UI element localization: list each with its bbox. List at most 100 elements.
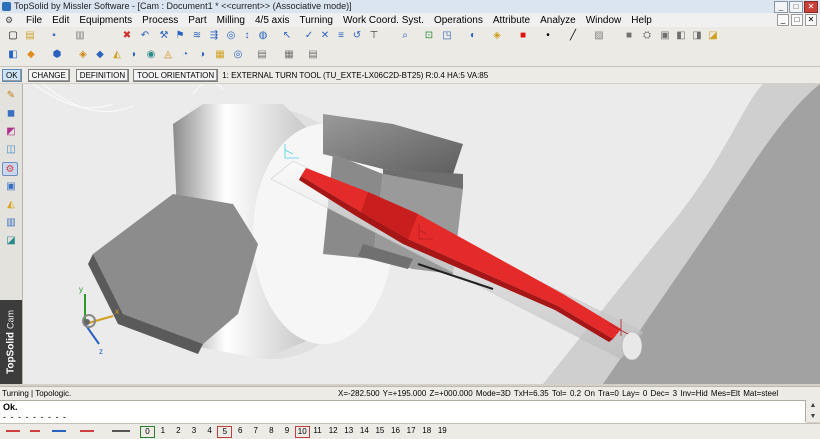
cam-tool-c-icon[interactable]: ◗ <box>127 48 141 62</box>
layer-11[interactable]: 11 <box>310 426 326 436</box>
tool-orientation-button[interactable]: TOOL ORIENTATION <box>133 68 219 82</box>
layer-4[interactable]: 4 <box>202 426 218 436</box>
display-icon[interactable]: ◧ <box>674 29 688 43</box>
mold-icon[interactable]: ▥ <box>3 216 19 230</box>
doc-minimize-button[interactable]: _ <box>777 14 789 26</box>
tool-d-icon[interactable]: ⇶ <box>207 29 221 43</box>
scroll-down-arrow[interactable]: ▼ <box>806 411 820 422</box>
undo-icon[interactable]: ↶ <box>138 29 152 43</box>
line-style-icon[interactable]: ╱ <box>566 29 580 43</box>
close-button[interactable]: ✕ <box>804 1 818 13</box>
layer-12[interactable]: 12 <box>325 426 341 436</box>
tool-i-icon[interactable]: ✕ <box>318 29 332 43</box>
graphics-viewport[interactable]: y x z <box>23 84 820 384</box>
pencil-icon[interactable]: ✎ <box>3 89 19 103</box>
open-icon[interactable]: ▤ <box>23 29 37 43</box>
color-swatch-icon[interactable]: ■ <box>516 29 530 43</box>
menu-work-coord-syst[interactable]: Work Coord. Syst. <box>338 15 429 26</box>
layer-15[interactable]: 15 <box>372 426 388 436</box>
layer-3[interactable]: 3 <box>186 426 202 436</box>
stock-icon[interactable]: ⬢ <box>50 48 64 62</box>
tool-j-icon[interactable]: ↺ <box>350 29 364 43</box>
menu-analyze[interactable]: Analyze <box>535 15 581 26</box>
layer-10[interactable]: 10 <box>294 426 310 438</box>
line-style-sample[interactable] <box>80 430 94 432</box>
layer-2[interactable]: 2 <box>171 426 187 436</box>
assembly-icon[interactable]: ◫ <box>3 143 19 157</box>
layer-1[interactable]: 1 <box>155 426 171 436</box>
part-icon[interactable]: ◈ <box>76 48 90 62</box>
cam-tool-f-icon[interactable]: ◑ <box>195 48 209 62</box>
layer-7[interactable]: 7 <box>248 426 264 436</box>
sheetmetal-icon[interactable]: ◪ <box>3 234 19 248</box>
draft-icon[interactable]: ▣ <box>3 180 19 194</box>
zoom-icon[interactable]: ⌕ <box>398 29 412 43</box>
tool-g-icon[interactable]: ◍ <box>256 29 270 43</box>
menu-4-5-axis[interactable]: 4/5 axis <box>250 15 294 26</box>
line-style-sample[interactable] <box>112 430 130 432</box>
ok-button[interactable]: OK <box>2 68 22 82</box>
menu-milling[interactable]: Milling <box>212 15 250 26</box>
delete-icon[interactable]: ✖ <box>120 29 134 43</box>
print-icon[interactable]: ▥ <box>73 29 87 43</box>
output-scrollbar[interactable]: ▲ ▼ <box>805 400 820 422</box>
layer-icon[interactable]: ■ <box>622 29 636 43</box>
filter-icon[interactable]: ⛭ <box>640 29 654 43</box>
layer-17[interactable]: 17 <box>403 426 419 436</box>
maximize-button[interactable]: □ <box>789 1 803 13</box>
doc-restore-button[interactable]: □ <box>791 14 803 26</box>
layer-16[interactable]: 16 <box>388 426 404 436</box>
report-icon[interactable]: ▦ <box>282 48 296 62</box>
hatch-icon[interactable]: ▨ <box>592 29 606 43</box>
target-icon[interactable]: ◎ <box>231 48 245 62</box>
list-icon[interactable]: ▤ <box>306 48 320 62</box>
menu-part[interactable]: Part <box>183 15 211 26</box>
tool-k-icon[interactable]: ⊤ <box>367 29 381 43</box>
layer-19[interactable]: 19 <box>435 426 451 436</box>
change-button[interactable]: CHANGE <box>27 68 70 82</box>
point-style-icon[interactable]: • <box>541 29 555 43</box>
scroll-up-arrow[interactable]: ▲ <box>806 400 820 411</box>
definition-button[interactable]: DEFINITION <box>75 68 130 82</box>
layer-0[interactable]: 0 <box>140 426 155 438</box>
tool-c-icon[interactable]: ≋ <box>190 29 204 43</box>
tool-b-icon[interactable]: ⚑ <box>173 29 187 43</box>
doc-close-button[interactable]: ✕ <box>805 14 817 26</box>
render-icon[interactable]: ◐ <box>466 29 480 43</box>
layer-8[interactable]: 8 <box>264 426 280 436</box>
tool-e-icon[interactable]: ◎ <box>224 29 238 43</box>
cam-tool-a-icon[interactable]: ◆ <box>93 48 107 62</box>
sequence-icon[interactable]: ▦ <box>213 48 227 62</box>
cam-icon[interactable]: ⚙ <box>2 162 18 176</box>
cam-tool-d-icon[interactable]: ◬ <box>161 48 175 62</box>
layer-6[interactable]: 6 <box>232 426 248 436</box>
tool-icon[interactable]: ◆ <box>24 48 38 62</box>
tool-h-icon[interactable]: ✓ <box>302 29 316 43</box>
save-icon[interactable]: ▪ <box>47 29 61 43</box>
light-icon[interactable]: ◈ <box>490 29 504 43</box>
machine-icon[interactable]: ◧ <box>6 48 20 62</box>
new-icon[interactable]: ▢ <box>6 29 20 43</box>
shape-icon[interactable]: ◩ <box>3 125 19 139</box>
layer-13[interactable]: 13 <box>341 426 357 436</box>
electrode-icon[interactable]: ◭ <box>3 198 19 212</box>
document-menu-icon[interactable]: ⚙ <box>3 15 15 25</box>
menu-edit[interactable]: Edit <box>47 15 74 26</box>
tool-f-icon[interactable]: ↕ <box>240 29 254 43</box>
menu-help[interactable]: Help <box>626 15 657 26</box>
group-icon[interactable]: ▣ <box>658 29 672 43</box>
layer-5[interactable]: 5 <box>217 426 233 438</box>
menu-attribute[interactable]: Attribute <box>488 15 535 26</box>
menu-turning[interactable]: Turning <box>294 15 338 26</box>
tool-a-icon[interactable]: ⚒ <box>157 29 171 43</box>
menu-file[interactable]: File <box>21 15 47 26</box>
line-style-sample[interactable] <box>52 430 66 432</box>
line-style-sample[interactable] <box>6 430 20 432</box>
cube-icon[interactable]: ◼ <box>3 107 19 121</box>
pointer-icon[interactable]: ↖ <box>280 29 294 43</box>
line-style-sample[interactable] <box>30 430 40 432</box>
layer-18[interactable]: 18 <box>419 426 435 436</box>
layer-14[interactable]: 14 <box>357 426 373 436</box>
menu-process[interactable]: Process <box>137 15 183 26</box>
view-icon[interactable]: ◳ <box>440 29 454 43</box>
